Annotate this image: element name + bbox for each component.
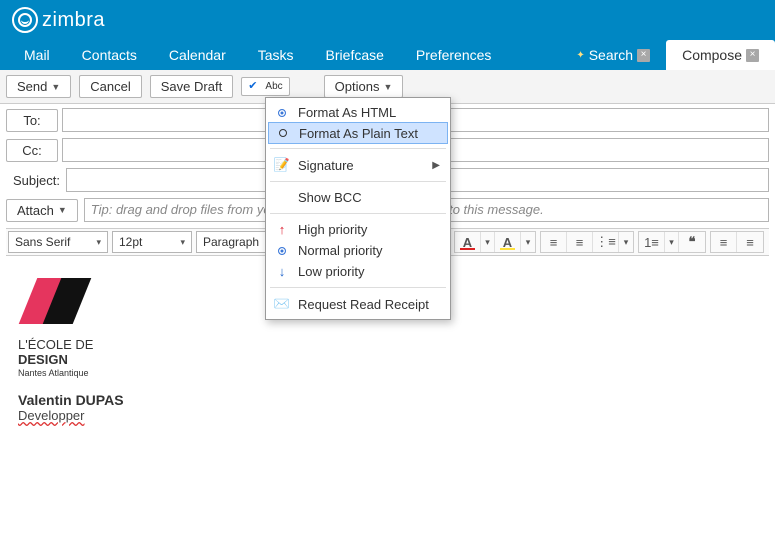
tab-contacts[interactable]: Contacts [66,40,153,70]
subject-label: Subject: [6,173,66,188]
radio-on-icon [278,109,286,117]
app-header: zimbra [0,0,775,40]
caret-down-icon[interactable]: ▾ [665,232,679,252]
tab-briefcase[interactable]: Briefcase [310,40,400,70]
menu-read-receipt[interactable]: ✉️ Request Read Receipt [266,293,450,315]
quote-button[interactable]: ❝ [679,232,705,252]
tab-calendar[interactable]: Calendar [153,40,242,70]
menu-separator [270,181,446,182]
menu-separator [270,213,446,214]
signature-logo [18,274,98,334]
close-icon[interactable]: × [746,49,759,62]
menu-low-priority[interactable]: ↓ Low priority [266,261,450,282]
tab-search[interactable]: ✦ Search × [560,40,666,70]
save-draft-button[interactable]: Save Draft [150,75,233,98]
tab-preferences[interactable]: Preferences [400,40,507,70]
tab-compose-label: Compose [682,47,742,63]
menu-normal-priority[interactable]: Normal priority [266,240,450,261]
caret-down-icon: ▼ [383,82,392,92]
font-color-button[interactable]: A [455,232,481,252]
tab-search-label: Search [589,47,633,63]
caret-down-icon: ▼ [58,205,67,215]
signature-role: Developper [18,408,757,423]
check-icon: ✔ [248,80,257,92]
highlight-color-button[interactable]: A [495,232,521,252]
align-center-button[interactable]: ≡ [567,232,593,252]
menu-format-plain[interactable]: Format As Plain Text [268,122,448,144]
caret-down-icon[interactable]: ▾ [521,232,535,252]
caret-down-icon[interactable]: ▾ [619,232,633,252]
indent-button[interactable]: ≡ [737,232,763,252]
radio-on-icon [278,247,286,255]
cancel-button[interactable]: Cancel [79,75,141,98]
menu-separator [270,287,446,288]
menu-signature[interactable]: 📝 Signature ▶ [266,154,450,176]
bullet-list-button[interactable]: ⋮≡ [593,232,619,252]
chevron-right-icon: ▶ [432,160,440,171]
envelope-icon: ✉️ [274,296,290,312]
align-group: ≡ ≡ ⋮≡ ▾ [540,231,634,253]
close-icon[interactable]: × [637,49,650,62]
options-menu: Format As HTML Format As Plain Text 📝 Si… [265,97,451,320]
zimbra-icon [12,7,38,33]
tab-compose[interactable]: Compose × [666,40,775,70]
to-button[interactable]: To: [6,109,58,132]
options-button[interactable]: Options▼ [324,75,404,98]
signature-icon: 📝 [274,157,290,173]
caret-down-icon: ▾ [96,237,101,248]
tab-tasks[interactable]: Tasks [242,40,310,70]
arrow-up-icon: ↑ [274,222,290,237]
indent-group: 1≡ ▾ ❝ [638,231,706,253]
menu-format-html[interactable]: Format As HTML [266,102,450,123]
paragraph-select[interactable]: Paragraph▾ [196,231,274,253]
brand-logo: zimbra [12,7,105,33]
tab-mail[interactable]: Mail [8,40,66,70]
brand-name: zimbra [42,9,105,32]
send-button[interactable]: Send▼ [6,75,71,98]
indent-group2: ≡ ≡ [710,231,764,253]
attach-button[interactable]: Attach▼ [6,199,78,222]
caret-down-icon[interactable]: ▾ [481,232,495,252]
signature-org: L'ÉCOLE DE DESIGN Nantes Atlantique [18,338,757,378]
align-left-button[interactable]: ≡ [541,232,567,252]
arrow-down-icon: ↓ [274,264,290,279]
menu-high-priority[interactable]: ↑ High priority [266,219,450,240]
caret-down-icon: ▾ [180,237,185,248]
menu-separator [270,148,446,149]
radio-off-icon [279,129,287,137]
sparkle-icon: ✦ [576,50,584,61]
caret-down-icon: ▼ [51,82,60,92]
text-color-group: A ▾ A ▾ [454,231,536,253]
cc-button[interactable]: Cc: [6,139,58,162]
signature-name: Valentin DUPAS [18,392,757,408]
font-family-select[interactable]: Sans Serif▾ [8,231,108,253]
numbered-list-button[interactable]: 1≡ [639,232,665,252]
main-tabs: Mail Contacts Calendar Tasks Briefcase P… [0,40,775,70]
font-size-select[interactable]: 12pt▾ [112,231,192,253]
outdent-button[interactable]: ≡ [711,232,737,252]
menu-show-bcc[interactable]: Show BCC [266,187,450,208]
spellcheck-button[interactable]: ✔Abc [241,77,289,95]
